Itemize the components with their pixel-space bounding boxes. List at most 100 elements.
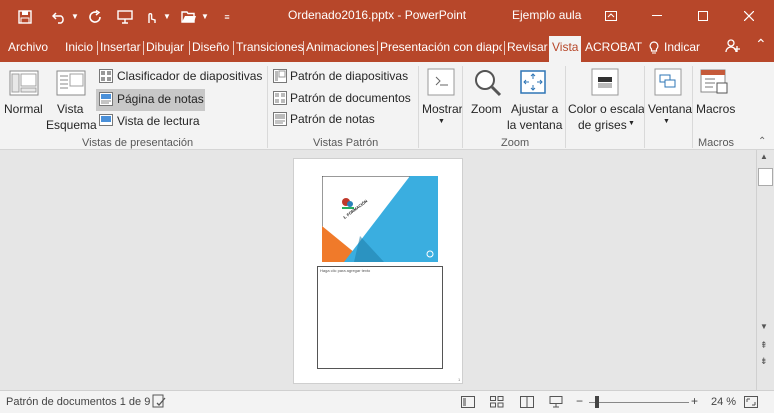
previous-slide-icon[interactable]: ⇞ [760, 340, 768, 351]
tab-separator [233, 41, 234, 55]
group-separator [644, 66, 645, 148]
lightbulb-icon [649, 40, 659, 53]
slide-sorter-button[interactable]: Clasificador de diapositivas [117, 69, 262, 83]
zoom-out-icon[interactable]: − [576, 394, 583, 408]
fit-to-window-label-1[interactable]: Ajustar a [511, 102, 558, 116]
zoom-slider-thumb[interactable] [595, 396, 599, 408]
window-icon[interactable] [653, 67, 683, 102]
collapse-ribbon-icon[interactable]: ⌃ [755, 36, 767, 53]
window-button[interactable]: Ventana [648, 102, 692, 116]
maximize-icon[interactable] [688, 4, 718, 28]
tab-dibujar[interactable]: Dibujar [146, 40, 184, 54]
tab-acrobat[interactable]: ACROBAT [585, 40, 642, 54]
slide-sorter-status-icon[interactable] [490, 395, 504, 413]
notes-page-icon[interactable] [99, 92, 113, 111]
handout-master-icon[interactable] [273, 91, 287, 110]
tab-revisar[interactable]: Revisar [507, 40, 548, 54]
show-dropdown-icon[interactable]: ▼ [438, 118, 445, 125]
close-icon[interactable] [734, 4, 764, 28]
customize-qat-icon[interactable]: ≡ [216, 6, 238, 28]
normal-view-status-icon[interactable] [461, 395, 475, 413]
zoom-level[interactable]: 24 % [711, 396, 736, 408]
slide-master-button[interactable]: Patrón de diapositivas [290, 69, 408, 83]
undo-icon[interactable] [48, 6, 70, 28]
fit-slide-icon[interactable] [744, 395, 758, 413]
scroll-up-icon[interactable]: ▲ [760, 152, 768, 161]
tab-separator [303, 41, 304, 55]
group-separator [418, 66, 419, 148]
color-grayscale-label-1[interactable]: Color o escala [568, 102, 645, 116]
group-separator [267, 66, 268, 148]
tab-separator [504, 41, 505, 55]
tab-diseno[interactable]: Diseño [192, 40, 229, 54]
group-separator [565, 66, 566, 148]
group-label-macros: Macros [698, 137, 735, 149]
touch-dropdown-icon[interactable]: ▼ [162, 6, 172, 28]
reading-view-button[interactable]: Vista de lectura [117, 114, 200, 128]
title-bar: ▼ ▼ ▼ ≡ Ordenado2016.pptx - PowerPoint E… [0, 0, 774, 33]
tab-separator [377, 41, 378, 55]
group-separator [692, 66, 693, 148]
scrollbar-thumb[interactable] [758, 168, 773, 186]
reading-view-icon[interactable] [99, 113, 113, 132]
color-grayscale-icon[interactable] [590, 67, 620, 102]
show-button[interactable]: Mostrar [422, 102, 463, 116]
reading-view-status-icon[interactable] [520, 395, 534, 413]
tab-separator [143, 41, 144, 55]
tab-archivo[interactable]: Archivo [8, 40, 48, 54]
slide-master-icon[interactable] [273, 69, 287, 88]
redo-icon[interactable] [84, 6, 106, 28]
save-icon[interactable] [14, 6, 36, 28]
color-grayscale-label-2[interactable]: de grises [578, 118, 627, 132]
user-name: Ejemplo aula [512, 8, 582, 22]
macros-icon[interactable] [699, 67, 729, 102]
notes-page-button[interactable]: Página de notas [117, 92, 204, 106]
show-icon[interactable] [426, 67, 456, 102]
tab-vista[interactable]: Vista [549, 36, 582, 62]
tell-me-button[interactable]: Indicar [649, 40, 700, 54]
outline-view-label-1[interactable]: Vista [57, 102, 83, 116]
zoom-icon[interactable] [473, 68, 503, 103]
open-folder-icon[interactable] [178, 6, 200, 28]
window-dropdown-icon[interactable]: ▼ [663, 118, 670, 125]
tab-insertar[interactable]: Insertar [100, 40, 141, 54]
tab-transiciones[interactable]: Transiciones [236, 40, 304, 54]
normal-view-button[interactable]: Normal [4, 102, 43, 116]
next-slide-icon[interactable]: ⇟ [760, 356, 768, 367]
quick-access-toolbar: ▼ ▼ ▼ ≡ [14, 0, 238, 33]
zoom-button[interactable]: Zoom [471, 102, 502, 116]
zoom-slider-track[interactable] [589, 402, 689, 403]
ribbon-collapse-icon[interactable]: ⌃ [758, 136, 766, 147]
tab-animaciones[interactable]: Animaciones [306, 40, 375, 54]
normal-view-icon[interactable] [9, 68, 39, 103]
handout-master-button[interactable]: Patrón de documentos [290, 91, 411, 105]
notes-master-button[interactable]: Patrón de notas [290, 112, 375, 126]
minimize-icon[interactable] [642, 4, 672, 28]
window-title: Ordenado2016.pptx - PowerPoint [288, 8, 467, 22]
macros-button[interactable]: Macros [696, 102, 735, 116]
touch-mode-icon[interactable] [140, 6, 162, 28]
presentation-icon[interactable] [114, 6, 136, 28]
tab-separator [97, 41, 98, 55]
open-dropdown-icon[interactable]: ▼ [200, 6, 210, 28]
outline-view-label-2[interactable]: Esquema [46, 118, 97, 132]
slide-sorter-icon[interactable] [99, 69, 113, 88]
outline-view-icon[interactable] [56, 68, 86, 103]
page-number: 1 [458, 377, 461, 382]
scroll-down-icon[interactable]: ▼ [760, 322, 768, 331]
fit-to-window-icon[interactable] [518, 67, 548, 102]
notes-placeholder-box[interactable]: Haga clic para agregar texto [317, 266, 443, 369]
color-dropdown-icon[interactable]: ▼ [628, 120, 635, 127]
undo-dropdown-icon[interactable]: ▼ [70, 6, 80, 28]
accessibility-check-icon[interactable] [152, 394, 166, 413]
share-user-icon[interactable] [725, 38, 741, 57]
ribbon-display-icon[interactable] [596, 4, 626, 28]
tab-inicio[interactable]: Inicio [65, 40, 93, 54]
fit-to-window-label-2[interactable]: la ventana [507, 118, 562, 132]
vertical-scrollbar[interactable]: ▲ ▼ ⇞ ⇟ [756, 150, 774, 390]
zoom-in-icon[interactable]: + [691, 394, 698, 408]
tab-presentacion[interactable]: Presentación con diapc [380, 40, 502, 54]
notes-master-icon[interactable] [273, 112, 287, 131]
slideshow-status-icon[interactable] [549, 395, 563, 413]
slide-thumbnail[interactable] [322, 176, 438, 262]
